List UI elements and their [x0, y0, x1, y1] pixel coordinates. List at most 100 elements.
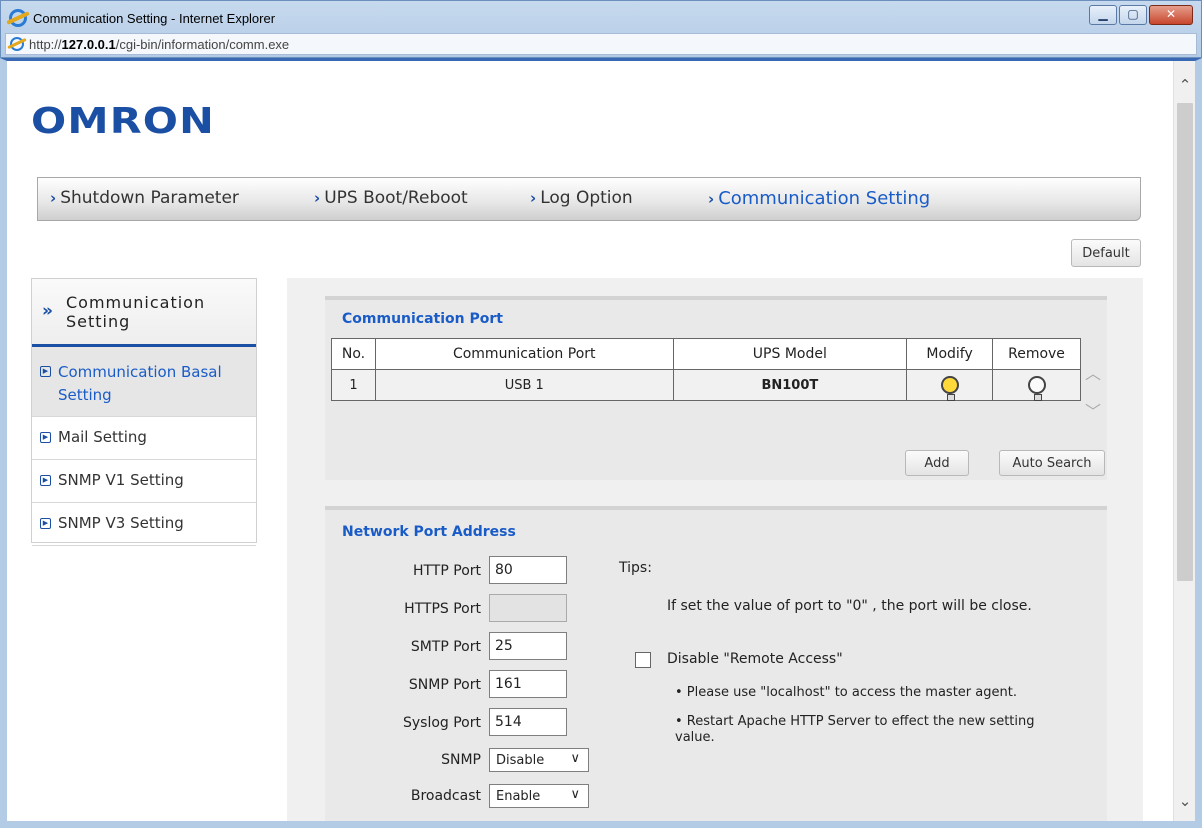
modify-bulb-icon[interactable]	[940, 376, 959, 401]
sidebar-item-snmp-v1-setting[interactable]: ▶ SNMP V1 Setting	[32, 460, 256, 503]
vertical-scrollbar[interactable]: ⌃ ⌄	[1173, 61, 1195, 821]
broadcast-select-value: Enable	[496, 788, 541, 804]
sidebar-item-label: SNMP V1 Setting	[58, 471, 184, 489]
smtp-port-input[interactable]: 25	[489, 632, 567, 660]
url-prefix: http://	[29, 36, 62, 52]
snmp-port-input[interactable]: 161	[489, 670, 567, 698]
nav-label: UPS Boot/Reboot	[324, 188, 468, 208]
http-port-input[interactable]: 80	[489, 556, 567, 584]
minimize-button[interactable]: ▁	[1089, 5, 1117, 25]
title-row: Communication Setting - Internet Explore…	[9, 7, 275, 29]
window-title: Communication Setting - Internet Explore…	[33, 10, 276, 26]
snmp-select-value: Disable	[496, 752, 545, 768]
nav-label: Communication Setting	[718, 188, 931, 209]
window-controls: ▁ ▢ ✕	[1087, 5, 1193, 25]
broadcast-select[interactable]: Enable ∨	[489, 784, 589, 808]
chevron-down-icon: ∨	[570, 751, 580, 766]
top-nav-bar: › Shutdown Parameter › UPS Boot/Reboot › Lo…	[37, 177, 1141, 221]
scroll-up-icon[interactable]: ⌃	[1174, 73, 1195, 97]
table-scroll-up-icon[interactable]: ︿	[1085, 360, 1101, 384]
remove-bulb-icon[interactable]	[1027, 376, 1046, 401]
communication-port-table: No. Communication Port UPS Model Modify …	[331, 338, 1081, 401]
cell-remove	[992, 369, 1081, 401]
sidebar-item-label: Communication Basal Setting	[58, 363, 222, 404]
table-scroll-down-icon[interactable]: ﹀	[1085, 398, 1101, 422]
col-no: No.	[331, 338, 376, 370]
nav-log-option[interactable]: › Log Option	[530, 188, 633, 208]
http-port-label: HTTP Port	[412, 563, 481, 579]
url-host: 127.0.0.1	[61, 36, 116, 52]
col-modify: Modify	[906, 338, 994, 370]
snmp-select[interactable]: Disable ∨	[489, 748, 589, 772]
chevron-down-icon: ∨	[570, 787, 580, 802]
network-port-title: Network Port Address	[342, 524, 516, 540]
internet-explorer-icon	[9, 9, 27, 27]
cell-model: BN100T	[672, 369, 908, 401]
sidebar-item-snmp-v3-setting[interactable]: ▶ SNMP V3 Setting	[32, 503, 256, 546]
tip-text: If set the value of port to "0" , the po…	[667, 598, 1032, 614]
page-viewport: ⌃ ⌄ OMRON › Shutdown Parameter › UPS Boot/…	[0, 58, 1202, 828]
scroll-thumb[interactable]	[1177, 103, 1193, 581]
broadcast-label: Broadcast	[410, 788, 481, 804]
default-button[interactable]: Default	[1071, 239, 1141, 267]
sidebar-item-mail-setting[interactable]: ▶ Mail Setting	[32, 417, 256, 460]
nav-arrow-icon: ›	[50, 189, 57, 207]
content-panel: Communication Port No. Communication Por…	[287, 278, 1143, 821]
sidebar-item-label: Mail Setting	[58, 428, 147, 446]
syslog-port-input[interactable]: 514	[489, 708, 567, 736]
url-path: /cgi-bin/information/comm.exe	[115, 36, 290, 52]
window-titlebar: Communication Setting - Internet Explore…	[0, 0, 1202, 58]
disable-remote-access-checkbox[interactable]	[635, 652, 651, 668]
col-remove: Remove	[992, 338, 1081, 370]
close-button[interactable]: ✕	[1149, 5, 1193, 25]
nav-arrow-icon: ›	[708, 190, 715, 208]
add-button[interactable]: Add	[905, 450, 969, 476]
communication-port-title: Communication Port	[342, 311, 503, 327]
smtp-port-label: SMTP Port	[410, 639, 481, 655]
nav-arrow-icon: ›	[530, 189, 537, 207]
communication-port-section: Communication Port No. Communication Por…	[325, 296, 1107, 480]
address-bar[interactable]: http://127.0.0.1/cgi-bin/information/com…	[5, 33, 1197, 55]
nav-label: Log Option	[540, 188, 633, 208]
cell-no: 1	[331, 369, 376, 401]
snmp-port-label: SNMP Port	[408, 677, 481, 693]
tips-label: Tips:	[619, 560, 652, 576]
double-chevron-icon: »	[42, 301, 53, 321]
sidebar-item-label: SNMP V3 Setting	[58, 514, 184, 532]
disable-remote-access-label: Disable "Remote Access"	[667, 651, 843, 667]
network-port-section: Network Port Address HTTP Port 80 HTTPS …	[325, 506, 1107, 821]
col-communication-port: Communication Port	[374, 338, 674, 370]
address-url: http://127.0.0.1/cgi-bin/information/com…	[29, 37, 289, 52]
https-port-input	[489, 594, 567, 622]
nav-label: Shutdown Parameter	[60, 188, 239, 208]
snmp-label: SNMP	[441, 752, 481, 768]
syslog-port-label: Syslog Port	[402, 715, 481, 731]
note-localhost: • Please use "localhost" to access the m…	[675, 685, 1017, 700]
https-port-label: HTTPS Port	[404, 601, 481, 617]
scroll-down-icon[interactable]: ⌄	[1174, 789, 1195, 813]
maximize-icon: ▢	[1127, 7, 1139, 21]
nav-shutdown-parameter[interactable]: › Shutdown Parameter	[50, 188, 239, 208]
nav-communication-setting[interactable]: › Communication Setting	[708, 188, 930, 209]
nav-ups-boot-reboot[interactable]: › UPS Boot/Reboot	[314, 188, 468, 208]
table-header-row: No. Communication Port UPS Model Modify …	[331, 338, 1081, 370]
close-icon: ✕	[1165, 7, 1177, 21]
sidebar-item-communication-basal-setting[interactable]: ▶ Communication Basal Setting	[32, 347, 256, 417]
omron-logo: OMRON	[31, 101, 215, 142]
cell-modify	[906, 369, 994, 401]
bullet-icon: ▶	[40, 475, 51, 486]
sidebar-title: Communication Setting	[66, 293, 206, 331]
col-ups-model: UPS Model	[672, 338, 908, 370]
table-row: 1 USB 1 BN100T	[331, 369, 1081, 401]
nav-arrow-icon: ›	[314, 189, 321, 207]
minimize-icon: ▁	[1098, 7, 1108, 21]
cell-port: USB 1	[374, 369, 674, 401]
note-restart-apache: • Restart Apache HTTP Server to effect t…	[675, 714, 1035, 745]
page-icon	[10, 37, 24, 51]
bullet-icon: ▶	[40, 518, 51, 529]
sidebar-menu: » Communication Setting ▶ Communication …	[31, 278, 257, 546]
sidebar-header: » Communication Setting	[32, 279, 256, 347]
maximize-button[interactable]: ▢	[1119, 5, 1147, 25]
auto-search-button[interactable]: Auto Search	[999, 450, 1105, 476]
bullet-icon: ▶	[40, 366, 51, 377]
